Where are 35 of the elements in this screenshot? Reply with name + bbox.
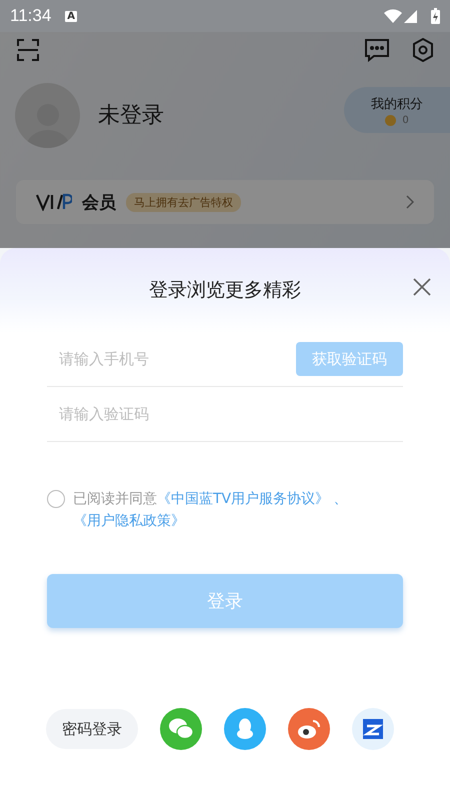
- vip-card[interactable]: 会员 马上拥有去广告特权: [16, 180, 434, 224]
- chevron-right-icon: [406, 195, 414, 209]
- settings-icon[interactable]: [412, 38, 434, 62]
- coin-icon: [385, 114, 396, 126]
- news-app-button[interactable]: [352, 708, 394, 750]
- eye-icon: [296, 718, 322, 740]
- agreement-link[interactable]: 《用户隐私政策》: [73, 513, 185, 529]
- agreement-text: 已阅读并同意《中国蓝TV用户服务协议》 、 《用户隐私政策》: [73, 490, 349, 531]
- agreement-link[interactable]: 《中国蓝TV用户服务协议》: [157, 491, 330, 507]
- penguin-icon: [235, 717, 255, 741]
- agreement-checkbox[interactable]: [47, 490, 65, 508]
- notification-icon: A: [65, 10, 78, 22]
- user-name: 未登录: [98, 102, 164, 130]
- sheet-title: 登录浏览更多精彩: [149, 278, 301, 303]
- message-icon[interactable]: [364, 38, 390, 62]
- z-logo-icon: [360, 716, 386, 742]
- code-field[interactable]: 请输入验证码: [47, 397, 403, 431]
- chat-bubbles-icon: [167, 717, 195, 741]
- scan-icon[interactable]: [16, 38, 40, 62]
- wifi-icon: [384, 9, 402, 23]
- points-label: 我的积分: [371, 96, 423, 112]
- vip-promo: 马上拥有去广告特权: [126, 192, 241, 212]
- weibo-button[interactable]: [288, 708, 330, 750]
- points-panel[interactable]: 我的积分 0: [344, 87, 450, 133]
- wechat-button[interactable]: [160, 708, 202, 750]
- battery-icon: [431, 8, 440, 24]
- points-value: 0: [402, 114, 409, 126]
- vip-label: 会员: [82, 192, 116, 214]
- vip-logo-icon: [36, 193, 72, 211]
- status-time: 11:34: [10, 6, 52, 26]
- password-login-button[interactable]: 密码登录: [46, 709, 138, 749]
- close-button[interactable]: [411, 276, 433, 298]
- get-code-button[interactable]: 获取验证码: [296, 342, 403, 376]
- signal-icon: [404, 10, 417, 22]
- phone-field[interactable]: 请输入手机号: [47, 342, 296, 376]
